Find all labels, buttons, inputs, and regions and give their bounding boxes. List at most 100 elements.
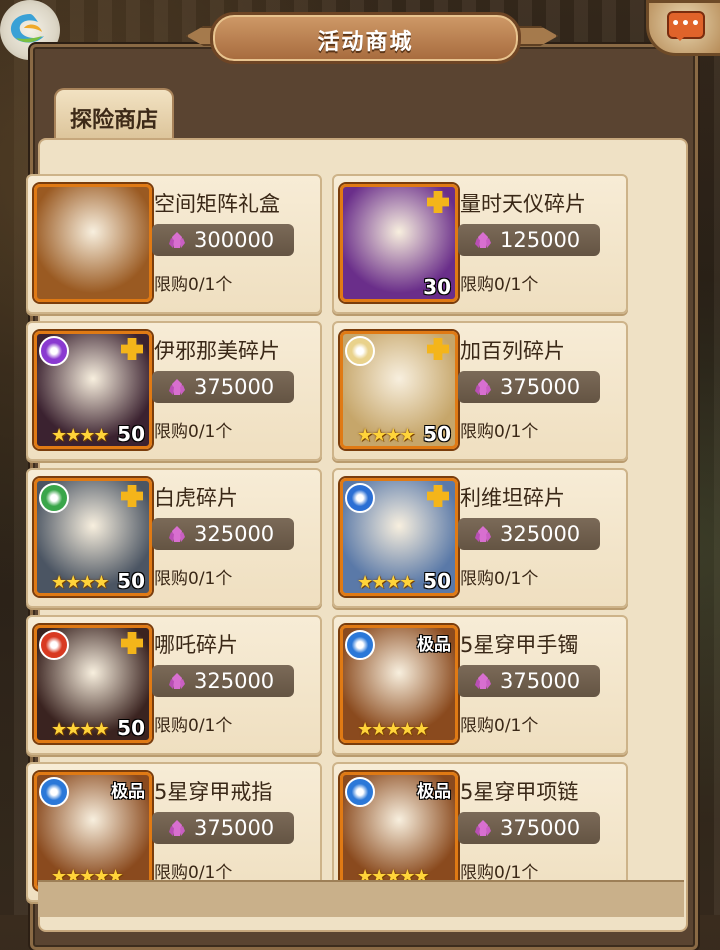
star-rating: ★★★★ — [51, 425, 110, 446]
element-icon — [345, 630, 375, 660]
item-price: 325000 — [500, 522, 581, 546]
crystal-gem-icon — [475, 379, 491, 395]
bracelet-icon: 极品 ★★★★★ — [340, 625, 458, 743]
shop-item-card[interactable]: ★★★★ 50 加百列碎片 375000 限购0/1个 — [332, 321, 628, 461]
purchase-limit: 限购0/1个 — [460, 422, 539, 442]
purchase-limit: 限购0/1个 — [154, 422, 233, 442]
element-icon — [39, 777, 69, 807]
grade-badge: 极品 — [111, 782, 145, 802]
shard-icon — [427, 485, 449, 507]
item-count: 50 — [117, 422, 145, 446]
item-price: 375000 — [194, 375, 275, 399]
gift-box-icon — [34, 184, 152, 302]
item-name: 白虎碎片 — [154, 486, 238, 510]
shard-icon — [121, 338, 143, 360]
item-price: 325000 — [194, 522, 275, 546]
crystal-gem-icon — [475, 232, 491, 248]
shard-icon — [121, 485, 143, 507]
chat-icon: ••• — [667, 11, 705, 41]
item-count: 50 — [117, 569, 145, 593]
shard-icon — [427, 191, 449, 213]
hero-izanami-portrait: ★★★★ 50 — [34, 331, 152, 449]
shop-item-card[interactable]: ★★★★ 50 利维坦碎片 325000 限购0/1个 — [332, 468, 628, 608]
price-tag: 375000 — [458, 371, 600, 403]
tab-label: 探险商店 — [69, 108, 158, 133]
shop-item-card[interactable]: ★★★★ 50 哪吒碎片 325000 限购0/1个 — [26, 615, 322, 755]
page-title: 活动商城 — [317, 30, 414, 55]
tab-adventure-shop[interactable]: 探险商店 — [54, 88, 174, 140]
crystal-gem-icon — [475, 673, 491, 689]
shop-item-card[interactable]: ★★★★ 50 白虎碎片 325000 限购0/1个 — [26, 468, 322, 608]
star-rating: ★★★★ — [51, 719, 110, 740]
item-count: 50 — [423, 569, 451, 593]
item-price: 375000 — [500, 816, 581, 840]
star-rating: ★★★★ — [357, 425, 416, 446]
chat-button[interactable]: ••• — [646, 0, 720, 56]
price-tag: 325000 — [458, 518, 600, 550]
shard-icon — [121, 632, 143, 654]
element-icon — [345, 483, 375, 513]
item-name: 5星穿甲手镯 — [460, 633, 579, 657]
shop-item-card[interactable]: 空间矩阵礼盒 300000 限购0/1个 — [26, 174, 322, 314]
crystal-gem-icon — [169, 820, 185, 836]
crystal-gem-icon — [169, 232, 185, 248]
element-icon — [39, 630, 69, 660]
shop-item-card[interactable]: 极品 ★★★★★ 5星穿甲手镯 375000 限购0/1个 — [332, 615, 628, 755]
crystal-gem-icon — [169, 673, 185, 689]
star-rating: ★★★★★ — [357, 719, 430, 740]
item-price: 375000 — [500, 375, 581, 399]
price-tag: 375000 — [152, 371, 294, 403]
item-name: 5星穿甲项链 — [460, 780, 579, 804]
item-count: 50 — [423, 422, 451, 446]
item-price: 325000 — [194, 669, 275, 693]
grade-badge: 极品 — [417, 635, 451, 655]
item-count: 50 — [117, 716, 145, 740]
shard-icon — [427, 338, 449, 360]
crystal-gem-icon — [169, 526, 185, 542]
purchase-limit: 限购0/1个 — [460, 569, 539, 589]
crystal-gem-icon — [475, 526, 491, 542]
footer-bar — [38, 880, 684, 917]
item-price: 375000 — [194, 816, 275, 840]
purchase-limit: 限购0/1个 — [460, 716, 539, 736]
purchase-limit: 限购0/1个 — [460, 275, 539, 295]
element-icon — [345, 336, 375, 366]
item-price: 125000 — [500, 228, 581, 252]
crystal-gem-icon — [475, 820, 491, 836]
shop-item-card[interactable]: 30 量时天仪碎片 125000 限购0/1个 — [332, 174, 628, 314]
hero-white-tiger-portrait: ★★★★ 50 — [34, 478, 152, 596]
ring-icon: 极品 ★★★★★ — [34, 772, 152, 890]
shop-item-card[interactable]: ★★★★ 50 伊邪那美碎片 375000 限购0/1个 — [26, 321, 322, 461]
purchase-limit: 限购0/1个 — [154, 275, 233, 295]
crystal-gem-icon — [169, 379, 185, 395]
item-name: 加百列碎片 — [460, 339, 565, 363]
purchase-limit: 限购0/1个 — [154, 569, 233, 589]
grade-badge: 极品 — [417, 782, 451, 802]
purchase-limit: 限购0/1个 — [154, 716, 233, 736]
item-name: 利维坦碎片 — [460, 486, 565, 510]
price-tag: 125000 — [458, 224, 600, 256]
star-rating: ★★★★ — [357, 572, 416, 593]
item-price: 300000 — [194, 228, 275, 252]
item-name: 量时天仪碎片 — [460, 192, 586, 216]
price-tag: 375000 — [458, 665, 600, 697]
title-plate: 活动商城 — [210, 12, 521, 64]
item-count: 30 — [423, 275, 451, 299]
element-icon — [345, 777, 375, 807]
item-name: 5星穿甲戒指 — [154, 780, 273, 804]
item-name: 空间矩阵礼盒 — [154, 192, 280, 216]
price-tag: 300000 — [152, 224, 294, 256]
price-tag: 375000 — [152, 812, 294, 844]
element-icon — [39, 336, 69, 366]
item-price: 375000 — [500, 669, 581, 693]
price-tag: 325000 — [152, 518, 294, 550]
hero-gabriel-portrait: ★★★★ 50 — [340, 331, 458, 449]
shop-panel: 空间矩阵礼盒 300000 限购0/1个 30 量时天仪碎片 125000 限购… — [26, 138, 688, 932]
hero-nezha-portrait: ★★★★ 50 — [34, 625, 152, 743]
star-rating: ★★★★ — [51, 572, 110, 593]
price-tag: 375000 — [458, 812, 600, 844]
price-tag: 325000 — [152, 665, 294, 697]
hero-leviathan-portrait: ★★★★ 50 — [340, 478, 458, 596]
item-name: 伊邪那美碎片 — [154, 339, 280, 363]
element-icon — [39, 483, 69, 513]
